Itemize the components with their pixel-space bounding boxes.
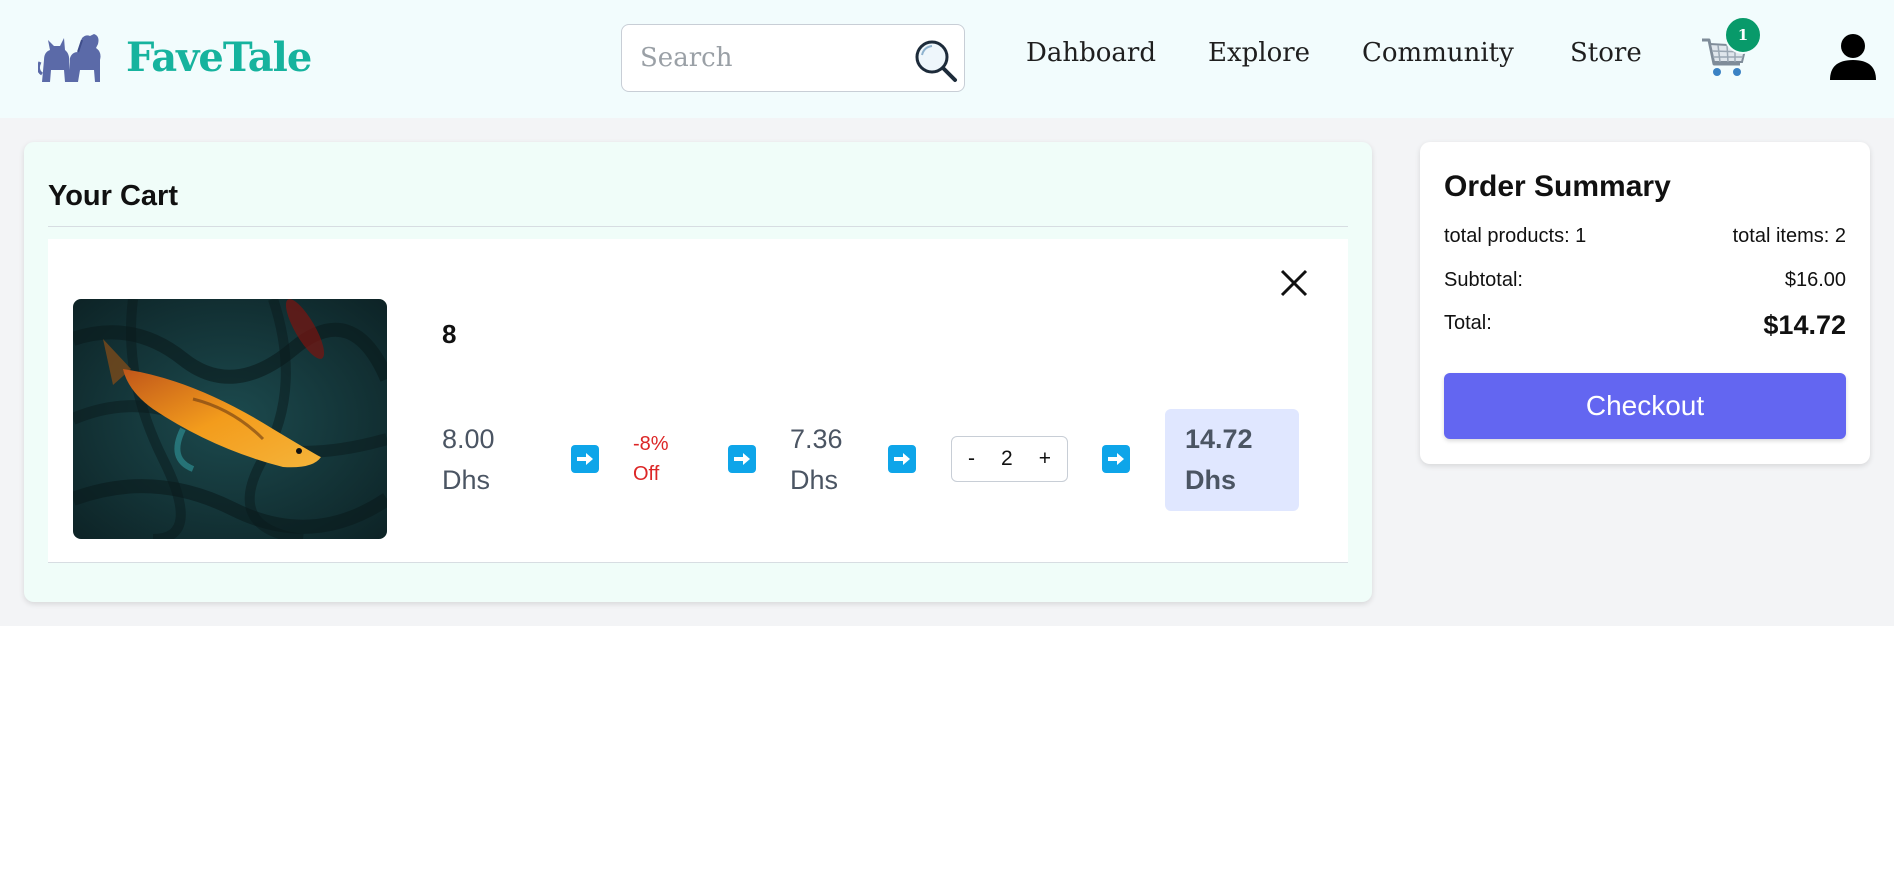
brand-name: FaveTale: [126, 33, 312, 81]
subtotal-value: $16.00: [1784, 269, 1846, 291]
quantity-decrease-button[interactable]: -: [962, 447, 981, 471]
brand-logo[interactable]: FaveTale: [38, 30, 312, 84]
top-navbar: FaveTale Dahboard Explore Community Stor…: [0, 0, 1894, 118]
search-icon[interactable]: [912, 37, 958, 83]
quantity-stepper: - 2 +: [951, 436, 1068, 482]
pets-logo-icon: [38, 34, 101, 82]
total-products-label: total products: 1: [1444, 225, 1587, 247]
user-account-icon[interactable]: [1828, 32, 1878, 82]
right-arrow-icon: [888, 445, 916, 473]
quantity-value[interactable]: 2: [1001, 447, 1013, 471]
right-arrow-icon: [1102, 445, 1130, 473]
cart-count-badge: 1: [1724, 16, 1762, 54]
checkout-button[interactable]: Checkout: [1444, 373, 1846, 439]
product-image-koi-fish: [73, 299, 387, 539]
close-icon[interactable]: [1278, 267, 1310, 299]
nav-community[interactable]: Community: [1362, 38, 1514, 68]
order-summary-title: Order Summary: [1444, 170, 1671, 203]
search-box: [621, 24, 965, 92]
right-arrow-icon: [571, 445, 599, 473]
cart-divider: [48, 226, 1348, 227]
search-input[interactable]: [640, 39, 900, 77]
total-value: $14.72: [1763, 310, 1846, 340]
product-name: 8: [442, 319, 457, 349]
subtotal-label: Subtotal:: [1444, 269, 1523, 291]
cart-title: Your Cart: [48, 180, 178, 212]
quantity-increase-button[interactable]: +: [1033, 447, 1057, 471]
nav-store[interactable]: Store: [1570, 38, 1642, 68]
cart-item: 8 8.00 Dhs -8% Off 7.36 Dhs - 2 + 14.72 …: [48, 239, 1348, 563]
right-arrow-icon: [728, 445, 756, 473]
line-total: 14.72 Dhs: [1165, 409, 1299, 511]
discounted-price: 7.36 Dhs: [790, 424, 843, 495]
nav-explore[interactable]: Explore: [1208, 38, 1310, 68]
order-summary-panel: Order Summary total products: 1 total it…: [1420, 142, 1870, 464]
discount-badge: -8% Off: [633, 433, 669, 485]
cart-panel: Your Cart 8 8.00 Dhs -8% Off 7.36 Dhs - …: [24, 142, 1372, 602]
nav-dashboard[interactable]: Dahboard: [1026, 38, 1156, 68]
original-price: 8.00 Dhs: [442, 424, 495, 495]
total-label: Total:: [1444, 312, 1492, 334]
total-items-label: total items: 2: [1732, 225, 1846, 247]
